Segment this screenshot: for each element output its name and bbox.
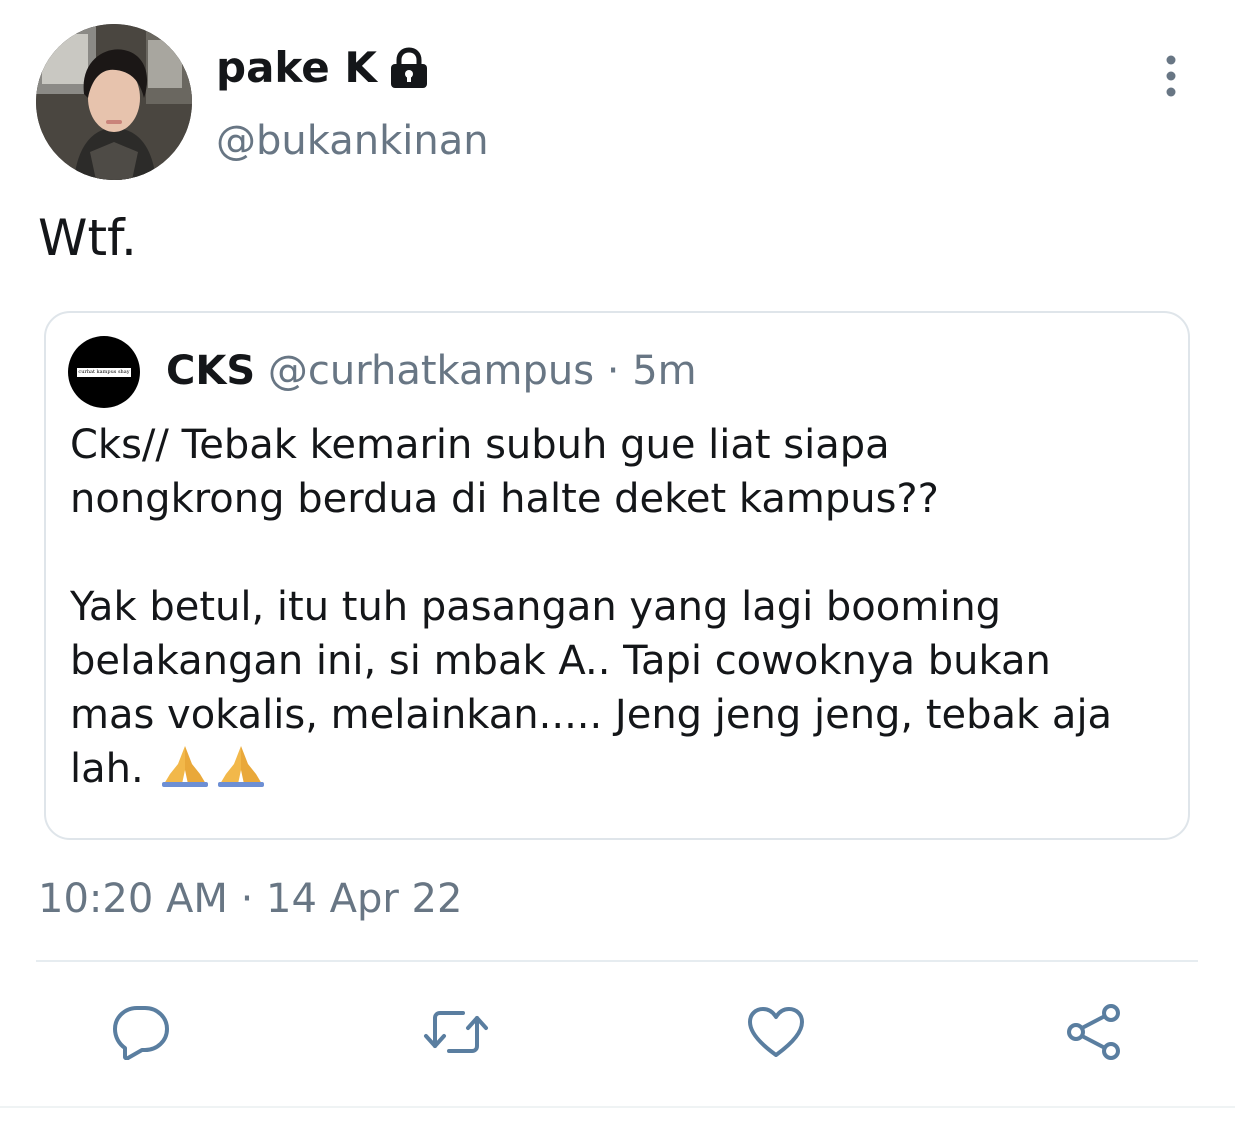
quoted-avatar-label: curhat kampus shay [77,367,131,377]
author-display-name[interactable]: pake K [216,40,431,96]
quoted-time: 5m [632,348,697,394]
quoted-text-line: belakangan ini, si mbak A.. Tapi cowokny… [70,638,1051,684]
share-button[interactable] [1062,1002,1126,1066]
quoted-avatar-text: curhat kampus shay [78,368,130,375]
divider [36,960,1198,962]
praying-hands-emoji [158,744,266,802]
author-handle[interactable]: @bukankinan [216,114,489,168]
lock-icon [387,46,431,90]
quoted-text-line: lah. [70,746,144,792]
tweet-timestamp[interactable]: 10:20 AM · 14 Apr 22 [38,872,462,926]
quoted-header: CKS @curhatkampus · 5m [166,344,697,398]
share-icon [1064,1003,1124,1065]
retweet-icon [423,1006,489,1062]
retweet-button[interactable] [424,1002,488,1066]
quoted-name[interactable]: CKS [166,348,255,394]
reply-button[interactable] [109,1002,173,1066]
bottom-divider [0,1106,1235,1108]
heart-icon [746,1005,806,1063]
avatar-photo [36,24,192,180]
quoted-text-line: Cks// Tebak kemarin subuh gue liat siapa [70,422,890,468]
quoted-avatar[interactable]: curhat kampus shay [68,336,140,408]
quoted-handle[interactable]: @curhatkampus [268,348,594,394]
quoted-text-line: Yak betul, itu tuh pasangan yang lagi bo… [70,584,1002,630]
quoted-text-line: mas vokalis, melainkan..... Jeng jeng je… [70,692,1113,738]
like-button[interactable] [744,1002,808,1066]
quoted-separator: · [606,348,620,394]
tweet-text: Wtf. [38,209,137,267]
quoted-text: Cks// Tebak kemarin subuh gue liat siapa… [70,418,1170,802]
author-avatar[interactable] [36,24,192,180]
display-name-text: pake K [216,43,377,92]
reply-icon [111,1004,171,1064]
more-options-icon[interactable] [1150,50,1192,102]
quoted-text-last-line: lah. [70,742,1170,802]
quoted-text-line: nongkrong berdua di halte deket kampus?? [70,476,939,522]
